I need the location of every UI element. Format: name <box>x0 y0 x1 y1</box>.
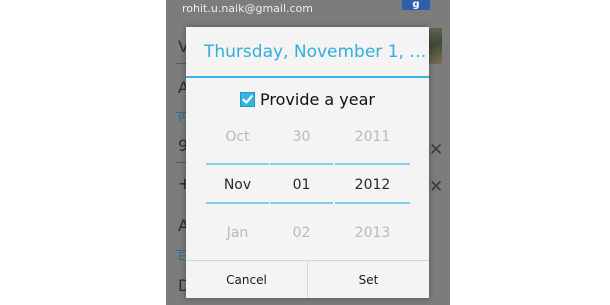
month-selection-top-line <box>206 163 269 165</box>
day-selection-top-line <box>270 163 333 165</box>
month-next[interactable]: Jan <box>206 225 269 241</box>
contact-photo <box>428 28 442 64</box>
month-picker[interactable]: Oct Nov Jan <box>206 123 269 257</box>
month-selection-bottom-line <box>206 202 269 204</box>
account-email: rohit.u.naik@gmail.com <box>182 2 313 15</box>
day-selection-bottom-line <box>270 202 333 204</box>
bg-field-underline <box>176 63 186 64</box>
bg-section-letter: P <box>178 112 185 125</box>
year-selected[interactable]: 2012 <box>335 177 410 193</box>
provide-year-toggle[interactable]: Provide a year <box>186 86 429 112</box>
year-next[interactable]: 2013 <box>335 225 410 241</box>
day-previous[interactable]: 30 <box>270 129 333 145</box>
dialog-button-bar: Cancel Set <box>186 260 429 298</box>
day-picker[interactable]: 30 01 02 <box>270 123 333 257</box>
year-selection-bottom-line <box>335 202 410 204</box>
date-picker-dialog: Thursday, November 1, 2012 Provide a yea… <box>186 27 429 298</box>
year-previous[interactable]: 2011 <box>335 129 410 145</box>
cancel-button[interactable]: Cancel <box>186 261 307 298</box>
checkmark-icon <box>242 94 253 104</box>
remove-field-icon: ✕ <box>429 140 444 160</box>
year-selection-top-line <box>335 163 410 165</box>
day-next[interactable]: 02 <box>270 225 333 241</box>
year-picker[interactable]: 2011 2012 2013 <box>335 123 410 257</box>
dialog-title: Thursday, November 1, 2012 <box>204 42 429 62</box>
remove-field-icon: ✕ <box>429 177 444 197</box>
provide-year-label: Provide a year <box>260 89 375 109</box>
bg-field-underline <box>176 162 186 163</box>
set-button[interactable]: Set <box>308 261 429 298</box>
bg-section-letter: E <box>178 250 185 263</box>
title-divider <box>186 76 429 78</box>
month-selected[interactable]: Nov <box>206 177 269 193</box>
day-selected[interactable]: 01 <box>270 177 333 193</box>
provide-year-checkbox[interactable] <box>240 91 256 107</box>
month-previous[interactable]: Oct <box>206 129 269 145</box>
google-account-icon: g <box>402 0 430 10</box>
